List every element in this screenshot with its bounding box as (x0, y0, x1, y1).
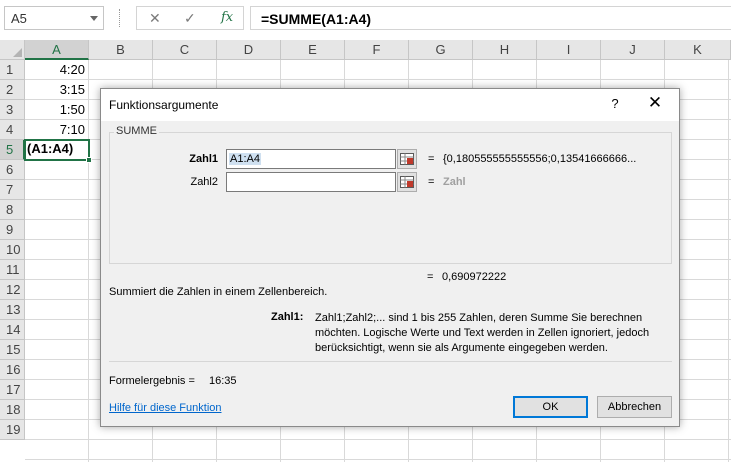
column-header-b[interactable]: B (89, 40, 153, 60)
name-box-value: A5 (11, 11, 27, 26)
row-header-4[interactable]: 4 (0, 120, 25, 140)
row-header-5[interactable]: 5 (0, 140, 25, 160)
fill-handle[interactable] (86, 157, 92, 163)
arg-label-zahl2: Zahl2 (190, 176, 218, 188)
arg-input-zahl1-value: A1:A4 (229, 153, 261, 165)
arg-equals-zahl2: = (428, 176, 435, 188)
column-header-j[interactable]: J (601, 40, 665, 60)
row-header-7[interactable]: 7 (0, 180, 25, 200)
formula-text: =SUMME(A1:A4) (261, 11, 372, 27)
formula-bar-separator (119, 9, 121, 27)
column-header-k[interactable]: K (665, 40, 731, 60)
column-header-d[interactable]: D (217, 40, 281, 60)
arg-label-zahl1: Zahl1 (189, 153, 218, 165)
close-icon[interactable]: ✕ (641, 93, 669, 113)
arg-input-zahl1[interactable]: A1:A4 (226, 149, 396, 169)
column-header-c[interactable]: C (153, 40, 217, 60)
insert-function-icon[interactable]: fx (221, 10, 233, 25)
cell-a1[interactable]: 4:20 (25, 60, 89, 80)
cancel-entry-icon[interactable]: ✕ (149, 10, 161, 27)
cancel-button[interactable]: Abbrechen (597, 396, 672, 418)
dialog-title: Funktionsargumente (109, 98, 219, 112)
cell-a4[interactable]: 7:10 (25, 120, 89, 140)
select-all-icon (13, 48, 22, 57)
column-header-a[interactable]: A (25, 40, 89, 60)
confirm-entry-icon[interactable]: ✓ (184, 10, 196, 27)
column-header-i[interactable]: I (537, 40, 601, 60)
column-header-g[interactable]: G (409, 40, 473, 60)
dialog-titlebar: Funktionsargumente ? ✕ (101, 89, 679, 121)
row-header-15[interactable]: 15 (0, 340, 25, 360)
row-header-12[interactable]: 12 (0, 280, 25, 300)
range-select-icon (400, 153, 414, 165)
row-header-19[interactable]: 19 (0, 420, 25, 440)
row-header-11[interactable]: 11 (0, 260, 25, 280)
row-header-3[interactable]: 3 (0, 100, 25, 120)
row-header-14[interactable]: 14 (0, 320, 25, 340)
formula-bar: A5 ✕ ✓ fx =SUMME(A1:A4) (0, 0, 731, 37)
cell-a5-active[interactable]: (A1:A4) (24, 139, 92, 163)
column-header-f[interactable]: F (345, 40, 409, 60)
column-header-h[interactable]: H (473, 40, 537, 60)
row-header-8[interactable]: 8 (0, 200, 25, 220)
total-equals: = (427, 271, 434, 283)
arg-description-text: Zahl1;Zahl2;... sind 1 bis 255 Zahlen, d… (315, 312, 650, 354)
select-all-button[interactable] (0, 40, 25, 60)
row-header-9[interactable]: 9 (0, 220, 25, 240)
chevron-down-icon[interactable] (90, 16, 98, 21)
function-name: SUMME (114, 125, 159, 137)
ok-button[interactable]: OK (513, 396, 588, 418)
row-header-16[interactable]: 16 (0, 360, 25, 380)
range-select-icon (400, 176, 414, 188)
formula-bar-buttons: ✕ ✓ fx (136, 6, 244, 30)
arg-result-zahl2: Zahl (443, 176, 466, 188)
function-arguments-dialog: Funktionsargumente ? ✕ SUMME Zahl1 A1:A4… (100, 88, 680, 427)
name-box[interactable]: A5 (4, 6, 104, 30)
cell-a5-text: (A1:A4) (27, 141, 74, 156)
formula-result-value: 16:35 (209, 375, 237, 387)
row-header-2[interactable]: 2 (0, 80, 25, 100)
row-header-6[interactable]: 6 (0, 160, 25, 180)
row-header-1[interactable]: 1 (0, 60, 25, 80)
arg-result-zahl1: {0,180555555555556;0,13541666666... (443, 153, 637, 165)
column-header-e[interactable]: E (281, 40, 345, 60)
cell-a2[interactable]: 3:15 (25, 80, 89, 100)
divider (109, 361, 672, 362)
formula-result-label: Formelergebnis = (109, 375, 195, 387)
cell-a3[interactable]: 1:50 (25, 100, 89, 120)
function-group: SUMME Zahl1 A1:A4 = {0,180555555555556;0… (109, 125, 672, 264)
help-icon[interactable]: ? (603, 96, 627, 111)
collapse-dialog-button-zahl2[interactable] (397, 172, 417, 192)
arg-input-zahl2[interactable] (226, 172, 396, 192)
help-link[interactable]: Hilfe für diese Funktion (109, 402, 222, 414)
row-header-17[interactable]: 17 (0, 380, 25, 400)
arg-description-name: Zahl1: (271, 311, 304, 323)
total-result: 0,690972222 (442, 271, 507, 283)
collapse-dialog-button-zahl1[interactable] (397, 149, 417, 169)
arg-equals-zahl1: = (428, 153, 435, 165)
formula-input[interactable]: =SUMME(A1:A4) (250, 6, 731, 30)
row-header-13[interactable]: 13 (0, 300, 25, 320)
row-header-10[interactable]: 10 (0, 240, 25, 260)
row-header-18[interactable]: 18 (0, 400, 25, 420)
function-description: Summiert die Zahlen in einem Zellenberei… (109, 286, 328, 298)
